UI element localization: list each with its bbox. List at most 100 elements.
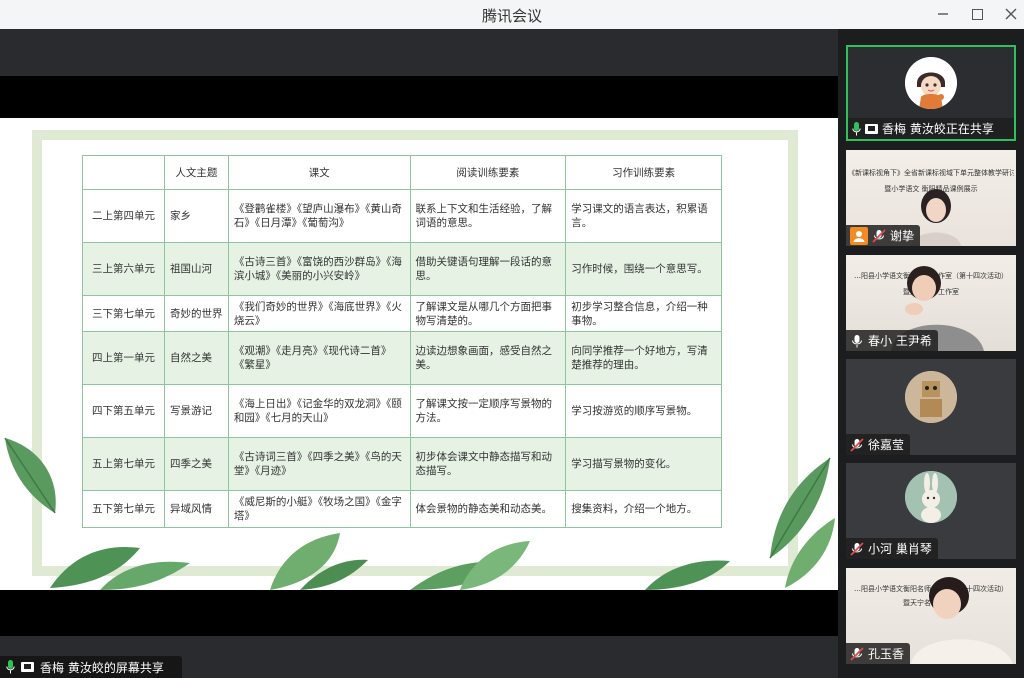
unit-cell: 三上第六单元 [82,242,165,296]
participant-tile[interactable]: 小河 巢肖琴 [846,463,1016,559]
table-row: 四上第一单元 自然之美 《观潮》《走月亮》《现代诗二首》《繁星》 边读边想象画面… [82,331,722,385]
table-header-row: 人文主题 课文 阅读训练要素 习作训练要素 [82,155,722,190]
participant-tile[interactable]: 香梅 黄汝皎正在共享 [846,45,1016,141]
leaf-decoration-icon [769,457,835,588]
reading-cell: 体会景物的静态美和动态美。 [409,490,567,528]
participant-namebar: 香梅 黄汝皎正在共享 [848,118,1014,139]
participant-namebar: 孔玉香 [846,643,911,664]
participant-tile[interactable]: 徐嘉莹 [846,359,1016,455]
table-row: 五上第七单元 四季之美 《古诗词三首》《四季之美》《鸟的天堂》《月迹》 初步体会… [82,437,722,491]
participant-namebar: 春小 王尹希 [846,330,938,351]
header-cell [82,155,165,190]
table-row: 四下第五单元 写景游记 《海上日出》《记金华的双龙洞》《颐和园》《七月的天山》 … [82,384,722,438]
texts-cell: 《古诗词三首》《四季之美》《鸟的天堂》《月迹》 [227,437,411,491]
title-bar: 腾讯会议 [0,0,1024,29]
texts-cell: 《古诗三首》《富饶的西沙群岛》《海滨小城》《美丽的小兴安岭》 [227,242,411,296]
reading-cell: 了解课文是从哪几个方面把事物写清楚的。 [409,295,567,332]
microphone-muted-icon [850,646,864,661]
minimize-icon [938,13,948,15]
table-row: 三下第七单元 奇妙的世界 《我们奇妙的世界》《海底世界》《火烧云》 了解课文是从… [82,295,722,332]
participant-name: 徐嘉莹 [868,438,905,452]
header-cell: 人文主题 [163,155,229,190]
participant-tile[interactable]: 《新课标视角下》全省新课标视域下单元整体教学研讨活动 暨小学语文 衡阳精品课例展… [846,150,1016,246]
header-cell: 阅读训练要素 [409,155,567,190]
window-title: 腾讯会议 [481,7,542,25]
participant-name: 小河 巢肖琴 [868,542,932,556]
texts-cell: 《登鹳雀楼》《望庐山瀑布》《黄山奇石》《日月潭》《葡萄沟》 [227,189,411,243]
participant-namebar: 小河 巢肖琴 [846,538,938,559]
participant-name: 春小 王尹希 [868,334,932,348]
microphone-muted-icon [872,228,886,243]
writing-cell: 向同学推荐一个好地方，写清楚推荐的理由。 [565,331,722,385]
host-icon [850,226,868,245]
reading-cell: 初步体会课文中静态描写和动态描写。 [409,437,567,491]
robot-toy-avatar-icon [905,371,957,423]
theme-cell: 祖国山河 [163,242,229,296]
camera-banner-text: 《新课标视角下》全省新课标视域下单元整体教学研讨活动 [848,169,1014,177]
table-row: 三上第六单元 祖国山河 《古诗三首》《富饶的西沙群岛》《海滨小城》《美丽的小兴安… [82,242,722,296]
writing-cell: 学习课文的语言表达，积累语言。 [565,189,722,243]
participant-tile[interactable]: …阳县小学语文衡阳名师工作室（第十四次活动） 暨天宁名师工作室 孔玉香 [846,568,1016,664]
lesson-table: 人文主题 课文 阅读训练要素 习作训练要素 二上第四单元 家乡 《登鹳雀楼》《望… [82,155,722,528]
participant-tile[interactable]: …阳县小学语文衡阳名师工作室（第十四次活动） 暨天宁名师工作室 春小 王尹希 [846,255,1016,351]
participant-sidebar: 香梅 黄汝皎正在共享 《新课标视角下》全省新课标视域下单元整体教学研讨活动 暨小… [838,29,1024,678]
unit-cell: 三下第七单元 [82,295,165,332]
leaf-decoration-icon [50,547,190,590]
unit-cell: 五上第七单元 [82,437,165,491]
theme-cell: 家乡 [163,189,229,243]
theme-cell: 异域风情 [163,490,229,528]
cartoon-girl-avatar-icon [905,57,957,109]
writing-cell: 学习按游览的顺序写景物。 [565,384,722,438]
texts-cell: 《海上日出》《记金华的双龙洞》《颐和园》《七月的天山》 [227,384,411,438]
leaf-decoration-icon [270,533,368,590]
microphone-muted-icon [850,541,864,556]
texts-cell: 《威尼斯的小艇》《牧场之国》《金字塔》 [227,490,411,528]
theme-cell: 自然之美 [163,331,229,385]
person-silhouette-icon [911,577,1013,664]
theme-cell: 写景游记 [163,384,229,438]
participant-name: 孔玉香 [868,647,905,661]
header-cell: 习作训练要素 [565,155,722,190]
letterbox-top [0,76,838,118]
maximize-icon [971,8,983,20]
participant-namebar: 谢挚 [846,225,921,246]
unit-cell: 五下第七单元 [82,490,165,528]
theme-cell: 四季之美 [163,437,229,491]
close-icon [1005,8,1017,20]
screen-share-indicator[interactable]: 香梅 黄汝皎的屏幕共享 [0,656,182,678]
writing-cell: 学习描写景物的变化。 [565,437,722,491]
microphone-muted-icon [850,437,864,452]
reading-cell: 了解课文按一定顺序写景物的方法。 [409,384,567,438]
unit-cell: 四下第五单元 [82,384,165,438]
microphone-icon [852,334,862,347]
microphone-icon [6,660,15,674]
participant-name: 谢挚 [890,229,915,243]
microphone-icon [852,121,861,135]
reading-cell: 联系上下文和生活经验，了解词语的意思。 [409,189,567,243]
screen-share-icon [865,123,878,134]
table-row: 五下第七单元 异域风情 《威尼斯的小艇》《牧场之国》《金字塔》 体会景物的静态美… [82,490,722,528]
participant-namebar: 徐嘉莹 [846,434,911,455]
texts-cell: 《我们奇妙的世界》《海底世界》《火烧云》 [227,295,411,332]
table-row: 二上第四单元 家乡 《登鹳雀楼》《望庐山瀑布》《黄山奇石》《日月潭》《葡萄沟》 … [82,189,722,243]
shared-screen-area[interactable]: 人文主题 课文 阅读训练要素 习作训练要素 二上第四单元 家乡 《登鹳雀楼》《望… [0,29,838,678]
writing-cell: 搜集资料，介绍一个地方。 [565,490,722,528]
minimize-button[interactable] [926,2,960,26]
letterbox-bottom [0,590,838,636]
participant-name: 香梅 黄汝皎正在共享 [882,122,994,136]
reading-cell: 借助关键语句理解一段话的意思。 [409,242,567,296]
reading-cell: 边读边想象画面，感受自然之美。 [409,331,567,385]
shared-slide: 人文主题 课文 阅读训练要素 习作训练要素 二上第四单元 家乡 《登鹳雀楼》《望… [0,118,838,590]
unit-cell: 四上第一单元 [82,331,165,385]
rabbit-avatar-icon [905,471,957,523]
leaf-decoration-icon [410,541,530,590]
header-cell: 课文 [227,155,411,190]
texts-cell: 《观潮》《走月亮》《现代诗二首》《繁星》 [227,331,411,385]
unit-cell: 二上第四单元 [82,189,165,243]
writing-cell: 习作时候，围绕一个意思写。 [565,242,722,296]
writing-cell: 初步学习整合信息，介绍一种事物。 [565,295,722,332]
screen-share-label: 香梅 黄汝皎的屏幕共享 [40,660,164,675]
screen-share-icon [21,662,34,672]
maximize-button[interactable] [960,2,994,26]
close-button[interactable] [994,2,1024,26]
